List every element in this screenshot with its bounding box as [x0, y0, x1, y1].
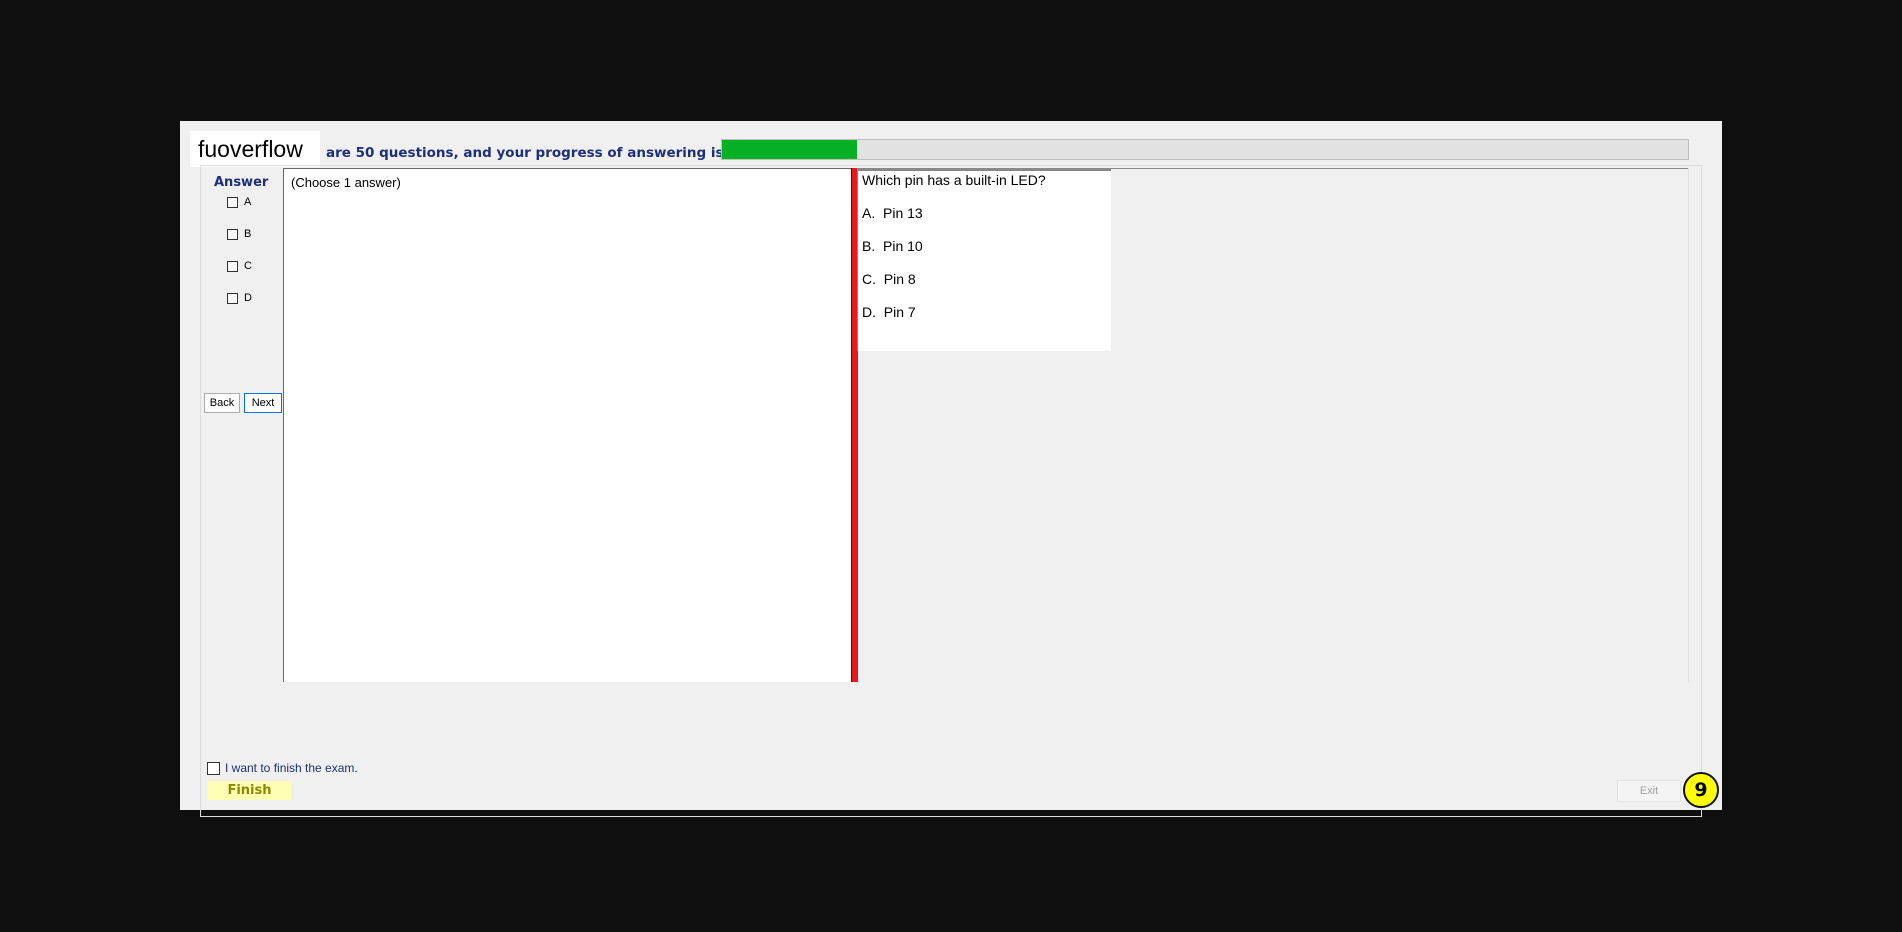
finish-button[interactable]: Finish: [208, 781, 291, 800]
checkbox-icon[interactable]: [227, 260, 238, 272]
option-a-checkbox[interactable]: A: [227, 196, 251, 208]
checkbox-icon[interactable]: [227, 196, 238, 208]
option-d-checkbox[interactable]: D: [227, 292, 252, 304]
back-button[interactable]: Back: [204, 393, 240, 413]
number-badge: 9: [1683, 772, 1719, 808]
progress-text: are 50 questions, and your progress of a…: [326, 145, 724, 161]
progress-bar: [721, 139, 1689, 160]
exit-button[interactable]: Exit: [1617, 780, 1681, 802]
checkbox-icon[interactable]: [227, 292, 238, 304]
option-b-checkbox[interactable]: B: [227, 228, 251, 240]
finish-confirm-checkbox[interactable]: I want to finish the exam.: [207, 761, 358, 775]
logo: fuoverflow: [190, 131, 320, 167]
answer-panel[interactable]: (Choose 1 answer): [283, 168, 852, 682]
checkbox-icon[interactable]: [207, 761, 220, 775]
choice-a: A. Pin 13: [862, 205, 923, 221]
divider: [1688, 168, 1689, 682]
option-label: A: [244, 196, 252, 208]
choice-d: D. Pin 7: [862, 304, 916, 320]
finish-confirm-label: I want to finish the exam.: [225, 761, 358, 775]
question-text: Which pin has a built-in LED?: [862, 172, 1046, 188]
exam-window: fuoverflow are 50 questions, and your pr…: [180, 121, 1722, 817]
question-panel: Which pin has a built-in LED? A. Pin 13 …: [857, 169, 1111, 351]
choice-b: B. Pin 10: [862, 238, 923, 254]
next-button[interactable]: Next: [244, 393, 282, 413]
option-label: B: [244, 228, 252, 240]
option-label: C: [244, 260, 252, 272]
progress-fill: [722, 140, 858, 159]
choice-c: C. Pin 8: [862, 271, 916, 287]
option-c-checkbox[interactable]: C: [227, 260, 252, 272]
answer-hint: (Choose 1 answer): [291, 175, 401, 190]
answer-title: Answer: [214, 175, 269, 190]
option-label: D: [244, 292, 252, 304]
checkbox-icon[interactable]: [227, 228, 238, 240]
